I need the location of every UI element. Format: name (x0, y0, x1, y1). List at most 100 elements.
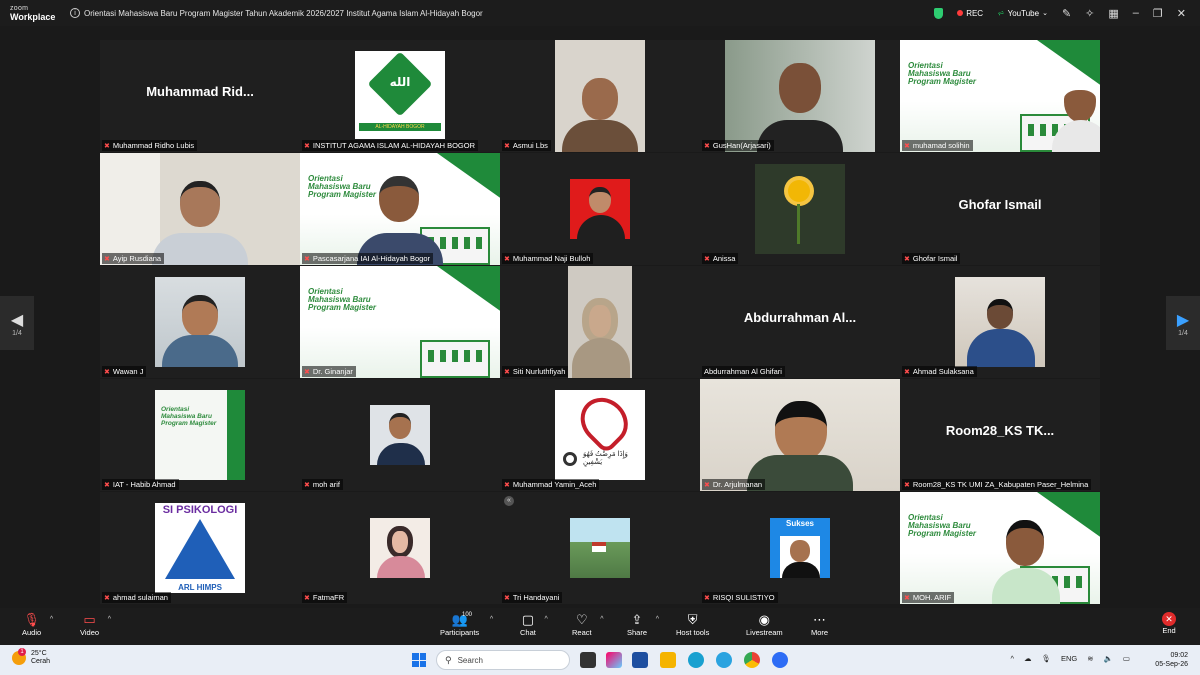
participant-tile[interactable]: Ghofar Ismail ✖ Ghofar Ismail (900, 153, 1100, 265)
restore-icon[interactable]: ❐ (1153, 7, 1163, 20)
participant-tile[interactable]: Muhammad Rid... ✖ Muhammad Ridho Lubis (100, 40, 300, 152)
participant-tile[interactable]: ✖ FatmaFR (300, 492, 500, 604)
participant-tile[interactable]: Orientasi Mahasiswa Baru Program Magister … (900, 492, 1100, 604)
participant-tile[interactable]: ✖ Wawan J (100, 266, 300, 378)
livestream-label: Livestream (746, 628, 783, 637)
participant-tile[interactable]: Sukses ✖ RISQI SULISTIYO (700, 492, 900, 604)
participants-button[interactable]: 👥 100 Participants ^ (440, 612, 493, 637)
participant-big-name: Ghofar Ismail (958, 197, 1042, 212)
participant-tile[interactable]: ✖ Anissa (700, 153, 900, 265)
participant-tile[interactable]: Abdurrahman Al... Abdurrahman Al Ghifari (700, 266, 900, 378)
participant-tile[interactable]: ✖ moh arif (300, 379, 500, 491)
participant-tile[interactable]: Room28_KS TK... ✖ Room28_KS TK UMI ZA_Kab… (900, 379, 1100, 491)
info-icon[interactable]: i (70, 8, 80, 18)
chrome-icon[interactable] (744, 652, 760, 668)
volume-icon[interactable]: 🔈 (1104, 654, 1113, 663)
participant-video (955, 277, 1045, 367)
taskbar-clock[interactable]: 09:02 05-Sep-26 (1155, 651, 1188, 669)
chevron-up-icon[interactable]: ^ (1010, 654, 1014, 663)
chat-button[interactable]: ▢ Chat ^ (520, 612, 548, 637)
grid-view-icon[interactable]: ▦ (1108, 7, 1118, 20)
scroll-back-icon[interactable]: « (504, 496, 514, 506)
close-icon[interactable]: ✕ (1177, 7, 1186, 20)
titlebar-controls: REC ⩫ YouTube ⌄ ✎ ✧ ▦ – ❐ ✕ (934, 0, 1200, 26)
react-button[interactable]: ♡ React ^ (572, 612, 604, 637)
mic-muted-icon: ✖ (704, 142, 710, 150)
video-button[interactable]: ▭ Video ^ (80, 612, 111, 637)
more-button[interactable]: ⋯ More (811, 612, 828, 637)
participant-tile[interactable]: Orientasi Mahasiswa Baru Program Magister … (300, 266, 500, 378)
onedrive-icon[interactable]: ☁ (1024, 654, 1032, 663)
participant-tile[interactable]: SI PSIKOLOGI ARL HIMPS ✖ ahmad sulaiman (100, 492, 300, 604)
participant-name-label: ✖ Muhammad Naji Bulloh (502, 253, 594, 264)
copilot-icon[interactable] (606, 652, 622, 668)
security-shield-icon[interactable] (934, 7, 944, 19)
chevron-up-icon[interactable]: ^ (656, 616, 659, 623)
participant-tile[interactable]: ✖ Asmui Lbs (500, 40, 700, 152)
title-bar: zoom Workplace i Orientasi Mahasiswa Bar… (0, 0, 1200, 26)
recording-indicator[interactable]: REC (957, 9, 983, 18)
weather-widget[interactable]: 1 25°C Cerah (12, 648, 50, 666)
clock-time: 09:02 (1170, 652, 1188, 659)
windows-taskbar: 1 25°C Cerah ⚲ Search ^ ☁ 🎙 ENG ≋ 🔈 ▭ 09… (0, 645, 1200, 675)
previous-page-button[interactable]: ◀ 1/4 (0, 296, 34, 350)
mic-muted-icon: ✖ (704, 255, 710, 263)
participant-tile[interactable]: ✖ Tri Handayani (500, 492, 700, 604)
livestream-button[interactable]: ◉ Livestream (746, 612, 783, 637)
language-indicator[interactable]: ENG (1061, 654, 1077, 663)
task-view-icon[interactable] (580, 652, 596, 668)
mic-muted-icon: ✖ (504, 594, 510, 602)
chevron-up-icon[interactable]: ^ (108, 616, 111, 623)
wifi-icon[interactable]: ≋ (1087, 654, 1093, 663)
microphone-icon[interactable]: 🎙 (1041, 654, 1051, 663)
chevron-up-icon[interactable]: ^ (600, 616, 603, 623)
sun-icon: 1 (12, 648, 26, 665)
taskbar-search-box[interactable]: ⚲ Search (436, 650, 570, 670)
zoom-workplace-logo: zoom Workplace (0, 4, 70, 22)
meeting-title[interactable]: i Orientasi Mahasiswa Baru Program Magis… (70, 8, 483, 18)
chevron-up-icon[interactable]: ^ (490, 616, 493, 623)
apps-icon[interactable]: ✧ (1085, 7, 1094, 20)
end-meeting-button[interactable]: ✕ End (1162, 612, 1176, 635)
participant-tile[interactable]: الله AL-HIDAYAH BOGOR ✖ INSTITUT AGAMA IS… (300, 40, 500, 152)
participant-tile[interactable]: Orientasi Mahasiswa Baru Program Magister … (300, 153, 500, 265)
participant-tile[interactable]: ✖ Muhammad Naji Bulloh (500, 153, 700, 265)
participant-tile[interactable]: ✖ Siti Nurluthfiyah (500, 266, 700, 378)
participant-tile[interactable]: ✖ Ayip Rusdiana (100, 153, 300, 265)
participant-name-label: ✖ Anissa (702, 253, 739, 264)
annotate-icon[interactable]: ✎ (1062, 7, 1071, 20)
file-explorer-icon[interactable] (660, 652, 676, 668)
participant-tile[interactable]: Orientasi Mahasiswa Baru Program Magister … (900, 40, 1100, 152)
participant-name-label: ✖ IAT - Habib Ahmad (102, 479, 179, 490)
minimize-icon[interactable]: – (1133, 7, 1139, 19)
share-button[interactable]: ⇪ Share ^ (627, 612, 659, 637)
telegram-icon[interactable] (716, 652, 732, 668)
mic-muted-icon: ✖ (904, 594, 910, 602)
end-label: End (1162, 626, 1176, 635)
edge-browser-icon[interactable] (688, 652, 704, 668)
participant-name-label: ✖ Dr. Ginanjar (302, 366, 356, 377)
participant-tile[interactable]: ✖ GusHan(Arjasari) (700, 40, 900, 152)
participant-tile[interactable]: ✖ Dr. Arjulmanan (700, 379, 900, 491)
mic-muted-icon: ✖ (304, 594, 310, 602)
participant-tile[interactable]: Orientasi Mahasiswa Baru Program Magister … (100, 379, 300, 491)
next-page-button[interactable]: ▶ 1/4 (1166, 296, 1200, 350)
temperature: 25°C (31, 650, 47, 657)
zoom-app-icon[interactable] (772, 652, 788, 668)
audio-button[interactable]: 🎙 Audio ^ (22, 612, 53, 637)
mic-muted-icon: ✖ (904, 255, 910, 263)
chevron-up-icon[interactable]: ^ (545, 616, 548, 623)
battery-icon[interactable]: ▭ (1123, 654, 1130, 663)
mic-off-icon: 🎙 (23, 612, 40, 627)
chevron-up-icon[interactable]: ^ (50, 616, 53, 623)
participant-video (725, 40, 875, 152)
participant-tile[interactable]: وَإِذَا مَرِضْتُ فَهُوَ يَشْفِينِ ✖ Muham… (500, 379, 700, 491)
participant-tile[interactable]: ✖ Ahmad Sulaksana (900, 266, 1100, 378)
windows-start-icon[interactable] (412, 653, 426, 667)
host-tools-button[interactable]: ⛨ Host tools (676, 612, 709, 637)
youtube-livestream-menu[interactable]: ⩫ YouTube ⌄ (997, 8, 1048, 19)
chat-label: Chat (520, 628, 536, 637)
store-icon[interactable] (632, 652, 648, 668)
participant-name-label: ✖ Dr. Arjulmanan (702, 479, 766, 490)
mic-muted-icon: ✖ (904, 142, 910, 150)
